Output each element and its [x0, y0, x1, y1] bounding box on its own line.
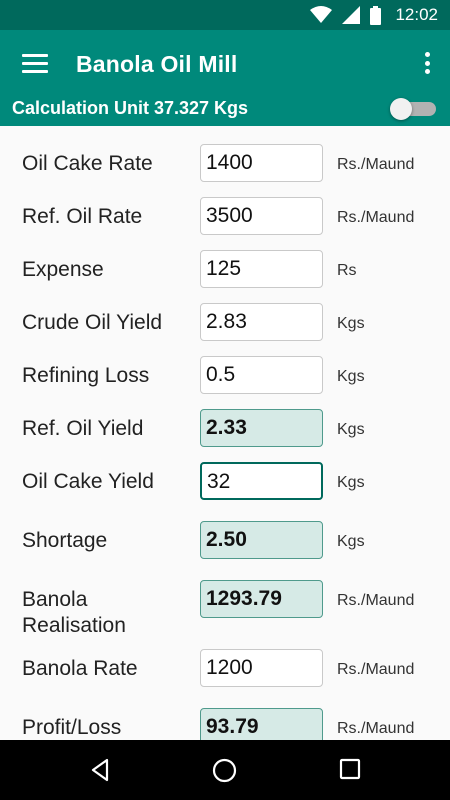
field-label: Profit/Loss: [22, 716, 122, 739]
recents-icon[interactable]: [339, 758, 361, 780]
unit-label: Rs./Maund: [337, 156, 415, 173]
field-label: Oil Cake Rate: [22, 152, 153, 175]
calculation-unit-label: Calculation Unit 37.327 Kgs: [12, 98, 249, 118]
field-label: Oil Cake Yield: [22, 470, 154, 493]
battery-icon: [370, 5, 382, 25]
menu-icon[interactable]: [22, 54, 48, 74]
calculation-unit-bar: Calculation Unit 37.327 Kgs: [0, 94, 450, 126]
unit-label: Kgs: [337, 533, 365, 550]
unit-label: Rs./Maund: [337, 209, 415, 226]
calculation-unit-toggle[interactable]: [390, 98, 440, 120]
field-label: Banola Realisation: [22, 588, 126, 637]
ref-oil-yield-result: 2.33: [200, 409, 323, 447]
unit-label: Rs./Maund: [337, 720, 415, 737]
unit-label: Rs./Maund: [337, 592, 415, 609]
home-icon[interactable]: [212, 758, 237, 783]
app-bar: Banola Oil Mill: [0, 30, 450, 100]
field-label: Crude Oil Yield: [22, 311, 163, 334]
unit-label: Rs: [337, 262, 357, 279]
unit-label: Kgs: [337, 315, 365, 332]
banola-rate-input[interactable]: 1200: [200, 649, 323, 687]
expense-input[interactable]: 125: [200, 250, 323, 288]
field-label: Expense: [22, 258, 104, 281]
navigation-bar: [0, 740, 450, 800]
unit-label: Kgs: [337, 421, 365, 438]
back-icon[interactable]: [88, 758, 112, 782]
wifi-icon: [310, 6, 333, 23]
unit-label: Kgs: [337, 368, 365, 385]
field-label: Ref. Oil Yield: [22, 417, 144, 440]
status-bar: 12:02: [0, 0, 450, 30]
banola-realisation-result: 1293.79: [200, 580, 323, 618]
field-label: Refining Loss: [22, 364, 150, 387]
app-title: Banola Oil Mill: [76, 51, 238, 77]
oil-cake-yield-input[interactable]: 32: [200, 462, 323, 500]
field-label: Shortage: [22, 529, 108, 552]
unit-label: Kgs: [337, 474, 365, 491]
crude-oil-yield-input[interactable]: 2.83: [200, 303, 323, 341]
shortage-result: 2.50: [200, 521, 323, 559]
toggle-thumb: [390, 98, 412, 120]
oil-cake-rate-input[interactable]: 1400: [200, 144, 323, 182]
ref-oil-rate-input[interactable]: 3500: [200, 197, 323, 235]
clock: 12:02: [395, 5, 438, 24]
more-vert-icon[interactable]: [422, 52, 432, 78]
signal-icon: [342, 6, 361, 24]
unit-label: Rs./Maund: [337, 661, 415, 678]
field-label: Banola Rate: [22, 657, 138, 680]
profit-loss-result: 93.79: [200, 708, 323, 740]
calculator-form: Oil Cake Rate 1400 Rs./Maund Ref. Oil Ra…: [0, 126, 450, 740]
field-label: Ref. Oil Rate: [22, 205, 143, 228]
refining-loss-input[interactable]: 0.5: [200, 356, 323, 394]
